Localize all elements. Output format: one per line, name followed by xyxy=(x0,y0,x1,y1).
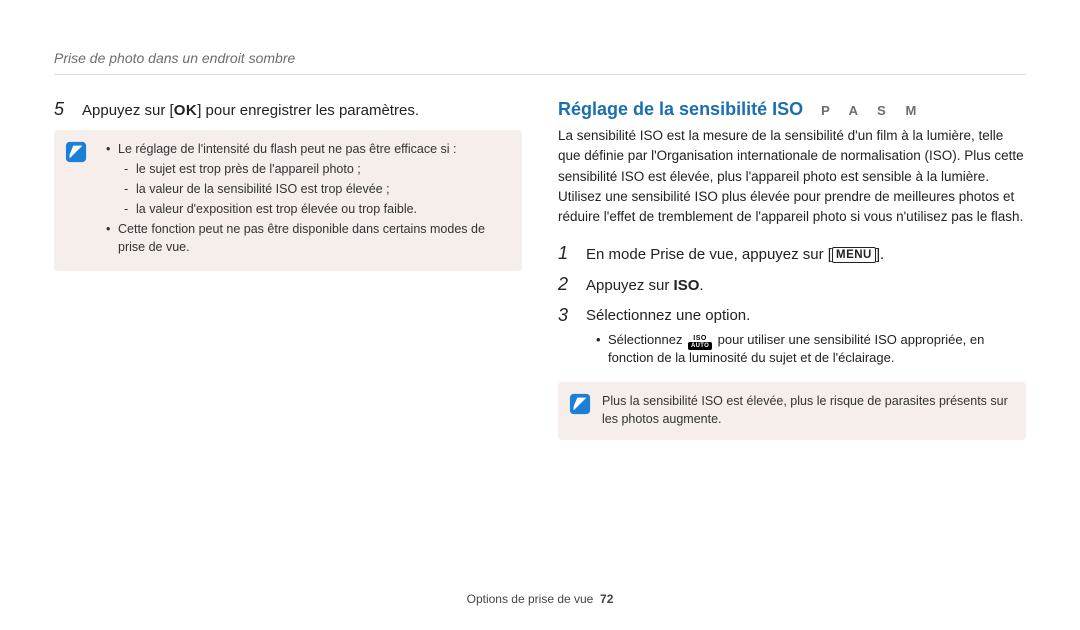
info-icon xyxy=(568,392,592,416)
step-number: 1 xyxy=(558,243,576,264)
step3-text: Sélectionnez une option. xyxy=(586,307,750,324)
info-icon xyxy=(64,140,88,164)
step-text: Sélectionnez une option. Sélectionnez IS… xyxy=(586,305,1026,368)
step-number: 3 xyxy=(558,305,576,326)
intro-paragraph: La sensibilité ISO est la mesure de la s… xyxy=(558,126,1026,227)
note-bullet-2: Cette fonction peut ne pas être disponib… xyxy=(106,220,508,256)
step-1: 1 En mode Prise de vue, appuyez sur [MEN… xyxy=(558,243,1026,266)
section-title: Réglage de la sensibilité ISO xyxy=(558,99,803,120)
step-text-pre: Appuyez sur [ xyxy=(82,102,174,119)
step-number: 5 xyxy=(54,99,72,120)
step3-bullet-pre: Sélectionnez xyxy=(608,332,686,347)
step1-pre: En mode Prise de vue, appuyez sur [ xyxy=(586,246,832,263)
note-sub-2: la valeur de la sensibilité ISO est trop… xyxy=(124,180,508,198)
note-box: Le réglage de l'intensité du flash peut … xyxy=(54,130,522,271)
footer-page-number: 72 xyxy=(600,592,613,606)
columns: 5 Appuyez sur [OK] pour enregistrer les … xyxy=(54,99,1026,582)
breadcrumb: Prise de photo dans un endroit sombre xyxy=(54,50,1026,75)
note-content-2: Plus la sensibilité ISO est élevée, plus… xyxy=(602,392,1012,428)
step-5: 5 Appuyez sur [OK] pour enregistrer les … xyxy=(54,99,522,122)
menu-icon: MENU xyxy=(832,247,876,263)
step-number: 2 xyxy=(558,274,576,295)
iso-auto-icon: ISOAUTO xyxy=(686,334,714,350)
note-box-2: Plus la sensibilité ISO est élevée, plus… xyxy=(558,382,1026,440)
section-title-row: Réglage de la sensibilité ISO P A S M xyxy=(558,99,1026,120)
step-text: Appuyez sur [OK] pour enregistrer les pa… xyxy=(82,100,419,122)
step-text: En mode Prise de vue, appuyez sur [MENU]… xyxy=(586,244,884,266)
step-2: 2 Appuyez sur ISO. xyxy=(558,274,1026,297)
step2-post: . xyxy=(699,277,703,294)
step1-post: ]. xyxy=(876,246,884,263)
step3-bullet: Sélectionnez ISOAUTO pour utiliser une s… xyxy=(596,331,1026,369)
footer-section: Options de prise de vue xyxy=(467,592,594,606)
page-footer: Options de prise de vue 72 xyxy=(54,582,1026,606)
note-content: Le réglage de l'intensité du flash peut … xyxy=(98,140,508,259)
step2-pre: Appuyez sur xyxy=(586,277,674,294)
left-column: 5 Appuyez sur [OK] pour enregistrer les … xyxy=(54,99,522,582)
page: Prise de photo dans un endroit sombre 5 … xyxy=(0,0,1080,630)
ok-icon: OK xyxy=(174,102,198,119)
step-3: 3 Sélectionnez une option. Sélectionnez … xyxy=(558,305,1026,368)
mode-letters: P A S M xyxy=(821,103,924,118)
step-text-post: ] pour enregistrer les paramètres. xyxy=(197,102,419,119)
right-column: Réglage de la sensibilité ISO P A S M La… xyxy=(558,99,1026,582)
step-text: Appuyez sur ISO. xyxy=(586,275,704,297)
note-sub-1: le sujet est trop près de l'appareil pho… xyxy=(124,160,508,178)
note-bullet-1: Le réglage de l'intensité du flash peut … xyxy=(118,142,457,156)
note-sub-3: la valeur d'exposition est trop élevée o… xyxy=(124,200,508,218)
step2-bold: ISO xyxy=(674,277,700,294)
